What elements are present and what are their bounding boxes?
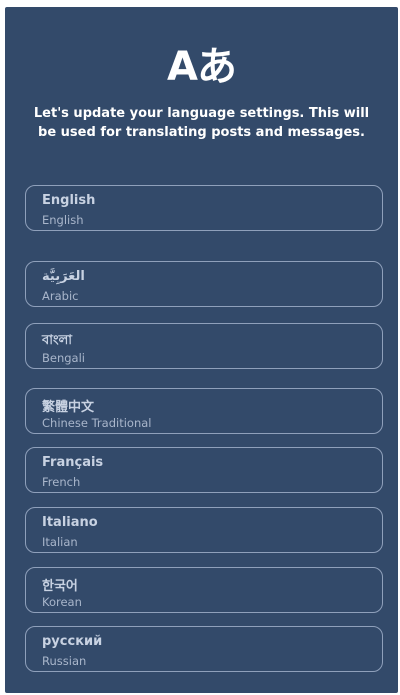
intro-text: Let's update your language settings. Thi… <box>33 106 370 140</box>
language-english-name: Arabic <box>42 289 79 303</box>
language-english-name: Korean <box>42 595 82 609</box>
language-native-name: Français <box>42 455 104 470</box>
language-english-name: Russian <box>42 654 87 668</box>
language-english-name: Italian <box>42 535 78 549</box>
language-option-italian[interactable]: Italiano Italian <box>25 507 383 553</box>
language-native-name: বাংলা <box>42 333 73 348</box>
language-option-arabic[interactable]: العَرَبِيَّة Arabic <box>25 261 383 307</box>
language-native-name: العَرَبِيَّة <box>42 269 85 284</box>
language-option-chinese-traditional[interactable]: 繁體中文 Chinese Traditional <box>25 388 383 434</box>
language-english-name: French <box>42 475 81 489</box>
language-english-name: English <box>42 213 84 227</box>
language-english-name: Chinese Traditional <box>42 416 152 430</box>
language-option-russian[interactable]: русский Russian <box>25 626 383 672</box>
language-option-french[interactable]: Français French <box>25 447 383 493</box>
language-native-name: English <box>42 193 96 208</box>
language-settings-panel: Aあ Let's update your language settings. … <box>5 7 398 693</box>
language-english-name: Bengali <box>42 351 85 365</box>
language-native-name: 繁體中文 <box>42 400 95 415</box>
language-native-name: Italiano <box>42 515 98 530</box>
language-native-name: 한국어 <box>42 579 78 594</box>
translate-icon: Aあ <box>167 44 237 90</box>
language-option-korean[interactable]: 한국어 Korean <box>25 567 383 613</box>
language-native-name: русский <box>42 634 103 649</box>
language-option-english[interactable]: English English <box>25 185 383 231</box>
language-option-bengali[interactable]: বাংলা Bengali <box>25 323 383 369</box>
